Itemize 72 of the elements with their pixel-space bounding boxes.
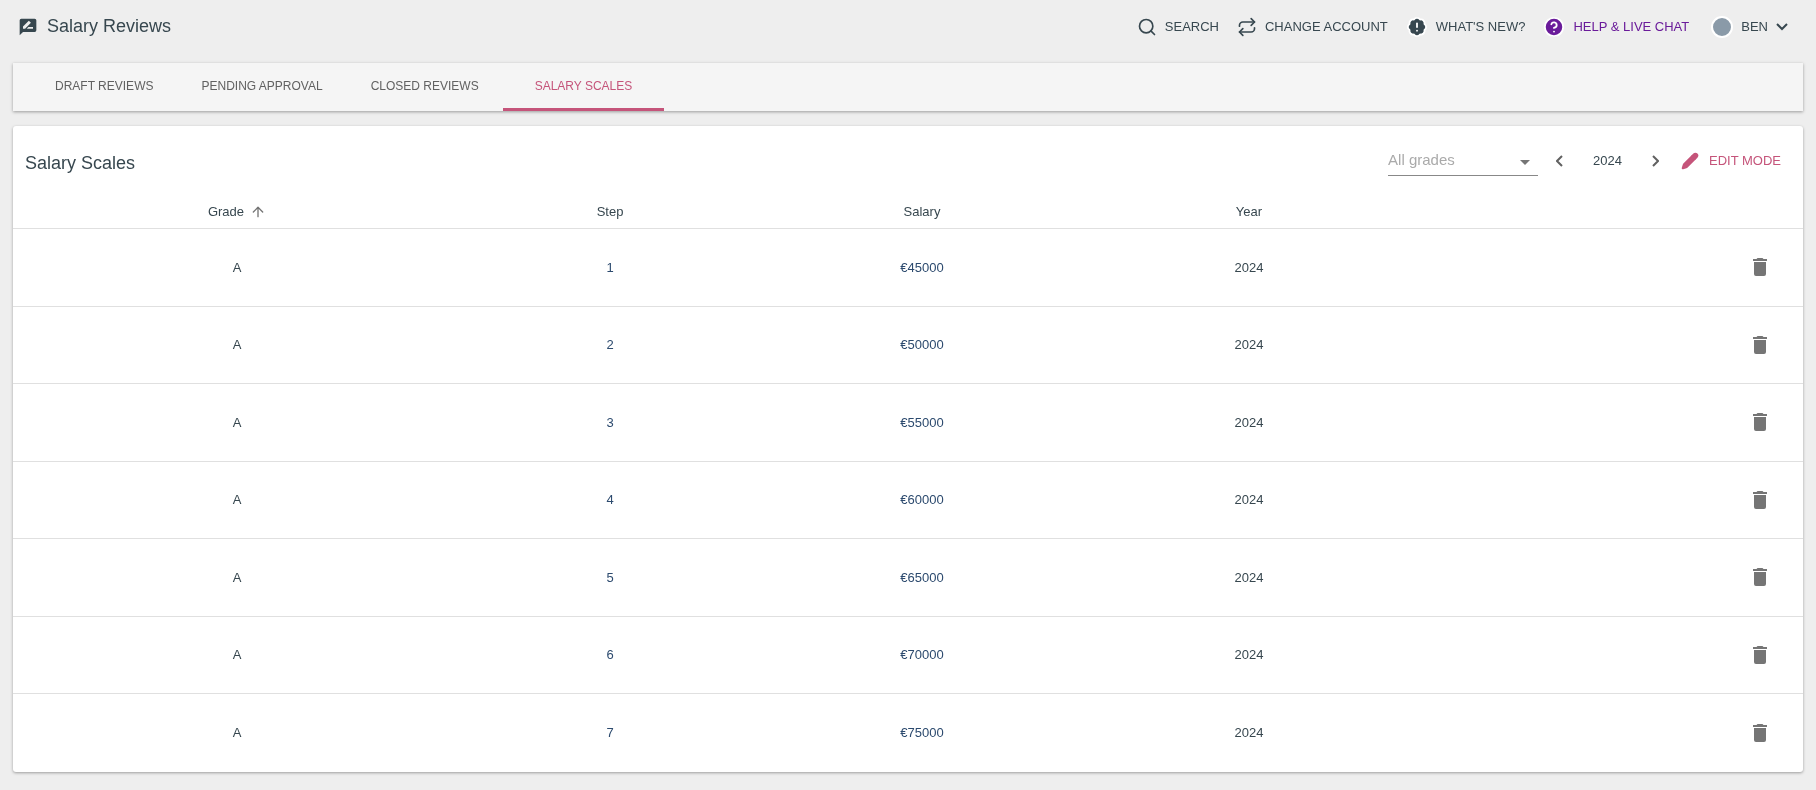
grade-select[interactable]: All grades	[1388, 146, 1539, 176]
table-cell-text: 4	[606, 491, 614, 509]
table-cell-text: €50000	[900, 336, 944, 354]
pencil-icon	[1681, 152, 1699, 170]
table-cell-text: 2024	[1234, 413, 1264, 432]
table-cell-text: A	[232, 413, 242, 432]
feedback-icon	[18, 16, 38, 37]
edit-mode-button[interactable]: EDIT MODE	[1681, 151, 1781, 171]
nav-link[interactable]: SEARCH	[1136, 16, 1219, 37]
table-cell-text: A	[232, 258, 242, 277]
table-cell-text: 2	[606, 336, 614, 354]
trash-icon	[1753, 568, 1767, 587]
column-header: Year	[1235, 203, 1263, 222]
search-icon	[1136, 16, 1157, 37]
table-cell-text: A	[232, 336, 242, 354]
trash-icon	[1753, 723, 1767, 742]
table-cell-text: A	[232, 491, 242, 509]
help-icon	[1543, 15, 1566, 38]
delete-button[interactable]	[1751, 721, 1769, 744]
trash-icon	[1753, 645, 1767, 664]
card-title: Salary Scales	[25, 152, 136, 175]
table-cell-text: 2024	[1234, 568, 1264, 587]
table-cell-text: 2024	[1234, 491, 1264, 509]
delete-button[interactable]	[1751, 643, 1769, 666]
tab[interactable]: DRAFT REVIEWS	[31, 63, 178, 111]
delete-button[interactable]	[1751, 488, 1769, 511]
delete-button[interactable]	[1751, 411, 1769, 434]
trash-icon	[1753, 413, 1767, 432]
table-cell-text: €55000	[900, 413, 944, 432]
table-cell-text: €65000	[900, 568, 944, 587]
year-label: 2024	[1593, 152, 1622, 171]
delete-button[interactable]	[1751, 256, 1769, 279]
dropdown-arrow-icon	[1520, 160, 1531, 166]
column-header: Step	[596, 203, 624, 222]
tab[interactable]: SALARY SCALES	[502, 63, 665, 111]
table-cell-text: A	[232, 724, 242, 742]
table-cell-text: 2024	[1234, 724, 1264, 742]
nav-link[interactable]: HELP & LIVE CHAT	[1543, 15, 1690, 38]
table-cell-text: €45000	[900, 258, 944, 277]
trash-icon	[1753, 258, 1767, 277]
table-cell-text: A	[232, 568, 242, 587]
table-cell-text: 7	[606, 724, 614, 742]
grade-input[interactable]: All grades	[1388, 148, 1521, 171]
table-cell-text: 2024	[1234, 646, 1264, 664]
table-cell-text: €70000	[900, 646, 944, 664]
table-cell-text: €60000	[900, 491, 944, 509]
delete-button[interactable]	[1751, 333, 1769, 356]
nav-link[interactable]: WHAT'S NEW?	[1405, 15, 1526, 38]
trash-icon	[1753, 490, 1767, 509]
caret-icon	[1776, 22, 1788, 31]
table-cell-text: 6	[606, 646, 614, 664]
avatar	[1711, 15, 1734, 38]
chevron-right-icon	[1652, 155, 1659, 167]
table-cell-text: 5	[606, 568, 614, 587]
column-header[interactable]: Grade	[207, 202, 267, 222]
user-menu[interactable]: BEN	[1711, 15, 1788, 38]
nav-link[interactable]: CHANGE ACCOUNT	[1237, 16, 1388, 37]
table-cell-text: A	[232, 646, 242, 664]
tab[interactable]: PENDING APPROVAL	[177, 63, 347, 111]
column-header: Salary	[903, 203, 941, 222]
alert-badge-icon	[1405, 15, 1428, 38]
table-cell-text: 1	[606, 258, 614, 277]
delete-button[interactable]	[1751, 566, 1769, 589]
tab[interactable]: CLOSED REVIEWS	[346, 63, 503, 111]
swap-arrows-icon	[1237, 16, 1257, 37]
chevron-left-icon	[1556, 155, 1564, 167]
app-title: Salary Reviews	[47, 15, 172, 38]
table-cell-text: €75000	[900, 724, 944, 742]
table-cell-text: 3	[606, 413, 614, 432]
trash-icon	[1753, 335, 1767, 354]
table-cell-text: 2024	[1234, 258, 1264, 277]
table-cell-text: 2024	[1234, 336, 1264, 354]
